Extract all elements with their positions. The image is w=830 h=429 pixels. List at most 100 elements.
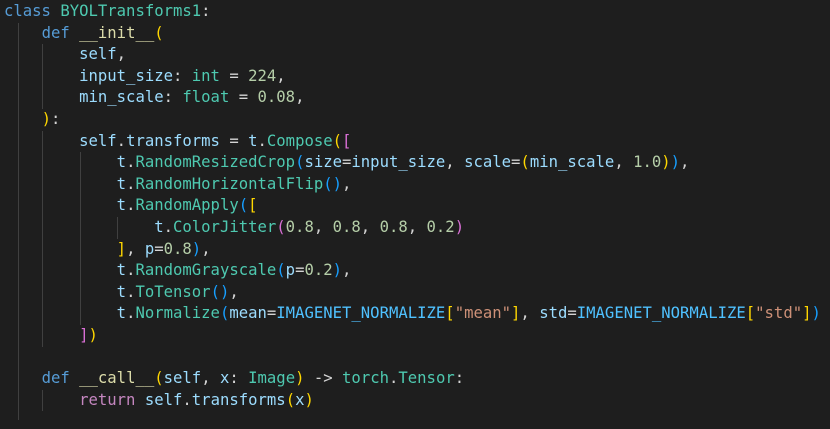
code-token: class <box>4 2 51 20</box>
code-token: ( <box>154 23 164 42</box>
code-token: ( <box>238 196 249 215</box>
code-token: p <box>285 261 296 280</box>
code-line[interactable]: return self.transforms(x) <box>4 390 314 412</box>
code-token: t <box>116 196 127 215</box>
code-token: 0.8 <box>379 218 408 236</box>
code-token: . <box>182 390 192 409</box>
code-line[interactable]: self, <box>4 44 126 66</box>
code-token: 0.2 <box>304 261 333 280</box>
code-line[interactable]: input_size: int = 224, <box>4 66 286 88</box>
code-line[interactable]: t.RandomApply([ <box>4 195 258 217</box>
code-token: . <box>257 131 267 150</box>
code-token: , <box>614 153 634 172</box>
code-line[interactable]: t.RandomHorizontalFlip(), <box>4 174 352 196</box>
code-token: Compose <box>266 131 333 150</box>
code-token: min_scale <box>529 153 615 172</box>
code-token: min_scale <box>79 88 164 107</box>
code-line[interactable]: self.transforms = t.Compose([ <box>4 131 351 153</box>
code-token: ( <box>332 131 343 150</box>
code-token: ) <box>670 153 681 172</box>
code-token: t <box>116 261 127 280</box>
code-line[interactable]: t.Normalize(mean=IMAGENET_NORMALIZE["mea… <box>4 303 821 325</box>
code-line[interactable]: def __init__( <box>4 23 164 45</box>
code-token: , <box>229 282 239 301</box>
code-token: Tensor <box>398 369 455 388</box>
code-token: 0.8 <box>163 239 192 258</box>
code-line[interactable]: t.ColorJitter(0.8, 0.8, 0.8, 0.2) <box>4 217 464 239</box>
code-token: , <box>276 66 286 85</box>
code-token: , <box>342 261 352 280</box>
code-line[interactable]: t.RandomGrayscale(p=0.2), <box>4 260 352 282</box>
code-line[interactable]: min_scale: float = 0.08, <box>4 87 304 109</box>
code-token: = <box>511 153 521 172</box>
code-token: : <box>50 110 61 128</box>
code-token: torch <box>342 369 389 388</box>
code-token: , <box>313 218 333 236</box>
code-token: return <box>79 390 136 409</box>
code-token: self <box>144 390 183 409</box>
code-token: = <box>219 131 249 150</box>
code-token: IMAGENET_NORMALIZE <box>276 304 446 323</box>
code-token: 0.8 <box>285 218 314 236</box>
code-token: self <box>163 369 202 388</box>
code-token: , <box>407 218 427 236</box>
code-token: : <box>454 369 465 388</box>
code-token: ) <box>304 390 314 409</box>
code-token: ( <box>276 218 286 236</box>
code-token: Normalize <box>135 304 220 323</box>
code-line[interactable]: t.ToTensor(), <box>4 282 239 304</box>
code-line[interactable]: class BYOLTransforms1: <box>4 1 211 23</box>
code-token: p <box>144 239 155 258</box>
code-editor[interactable]: class BYOLTransforms1: def __init__( sel… <box>0 0 830 429</box>
code-token: -> <box>304 369 343 388</box>
code-token: , <box>342 174 352 193</box>
code-token: RandomApply <box>135 196 239 215</box>
code-token: ] <box>116 239 127 258</box>
code-token: IMAGENET_NORMALIZE <box>576 304 746 323</box>
code-line[interactable]: ]) <box>4 325 98 347</box>
code-line[interactable]: def __call__(self, x: Image) -> torch.Te… <box>4 368 465 390</box>
code-token: RandomResizedCrop <box>135 153 296 172</box>
code-token: ( <box>219 304 230 323</box>
code-token: ] <box>511 304 521 323</box>
code-token: ( <box>520 153 530 172</box>
code-token: x <box>219 369 230 388</box>
code-token: transforms <box>191 390 286 409</box>
code-token: scale <box>464 153 512 172</box>
code-token: RandomGrayscale <box>135 261 277 280</box>
code-token: 0.8 <box>332 218 361 236</box>
code-token: t <box>116 304 127 323</box>
code-token: ) <box>661 153 671 172</box>
code-token: RandomHorizontalFlip <box>135 174 324 193</box>
code-token: ( <box>154 369 164 388</box>
code-token: ( <box>276 261 286 280</box>
code-line[interactable]: ): <box>4 109 61 131</box>
code-line[interactable]: t.RandomResizedCrop(size=input_size, sca… <box>4 152 690 174</box>
code-token: ) <box>332 261 343 280</box>
code-token: def <box>41 23 70 42</box>
code-token: , <box>680 153 690 172</box>
code-token: "mean" <box>454 304 512 323</box>
code-token: () <box>210 282 230 301</box>
code-token: ) <box>454 218 465 236</box>
code-token: 0.2 <box>426 218 455 236</box>
code-token: std <box>539 304 568 323</box>
code-token: t <box>154 218 164 236</box>
code-token: , <box>360 218 380 236</box>
code-token: = <box>266 304 277 323</box>
code-token: ToTensor <box>135 282 211 301</box>
code-token: , <box>295 88 305 107</box>
code-line[interactable]: ], p=0.8), <box>4 239 211 261</box>
